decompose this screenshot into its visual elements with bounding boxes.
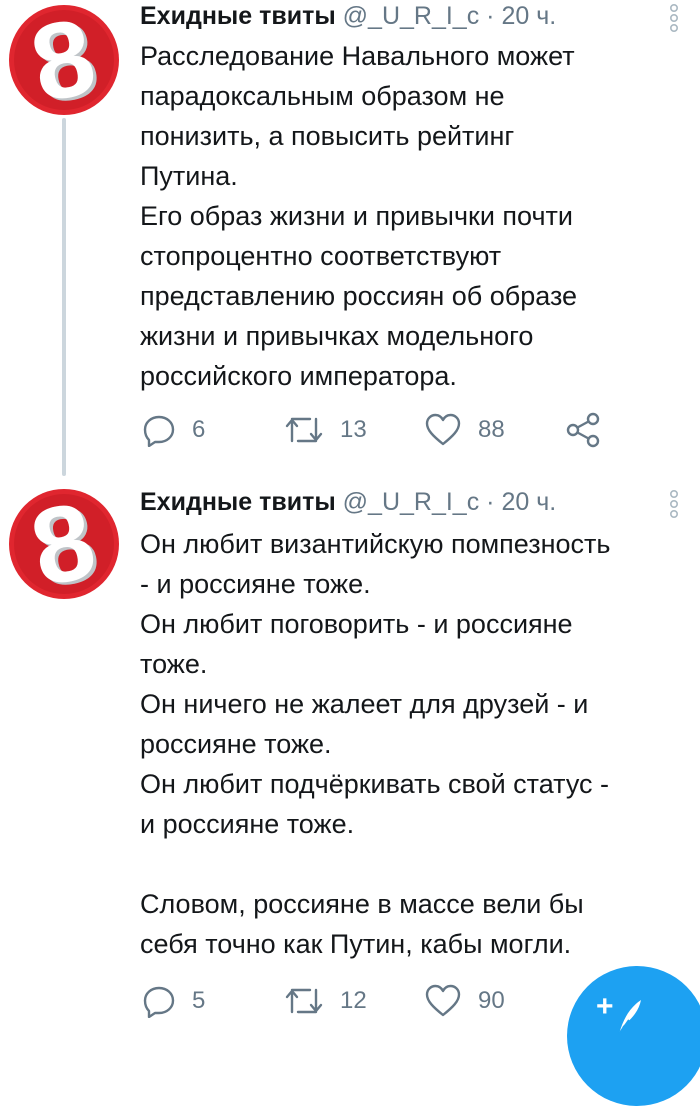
text-line: Путина.	[140, 161, 238, 191]
reply-icon	[143, 986, 175, 1018]
reply-count: 6	[192, 416, 206, 443]
text-line: и россияне тоже.	[140, 809, 355, 839]
retweet-button[interactable]: 12	[284, 981, 367, 1021]
text-line: российского императора.	[140, 361, 457, 391]
retweet-icon	[285, 417, 323, 443]
text-line: - и россияне тоже.	[140, 569, 371, 599]
text-line: понизить, а повысить рейтинг	[140, 121, 515, 151]
tweet-text: Расследование Навального может парадокса…	[140, 36, 690, 396]
avatar-8-logo: 8 8	[9, 4, 119, 116]
tweet-text: Он любит византийскую помпезность - и ро…	[140, 524, 690, 964]
like-count: 88	[478, 416, 505, 443]
retweet-button[interactable]: 13	[284, 410, 367, 450]
author-name[interactable]: Ехидные твиты	[140, 2, 336, 30]
tweet-header: Ехидные твиты @_U_R_I_c · 20 ч.	[140, 0, 556, 32]
more-options-icon[interactable]	[668, 488, 680, 520]
compose-tweet-button[interactable]: +	[567, 966, 700, 1106]
text-line: стопроцентно соответствуют	[140, 241, 502, 271]
text-line: представлению россиян об образе	[140, 281, 578, 311]
reply-icon	[143, 415, 175, 447]
retweet-count: 13	[340, 416, 367, 443]
tweet-header: Ехидные твиты @_U_R_I_c · 20 ч.	[140, 486, 556, 518]
like-button[interactable]: 90	[424, 981, 505, 1021]
tweet-actions: 6 13 88	[140, 410, 680, 450]
feather-icon	[618, 1000, 641, 1035]
thread-line	[62, 118, 66, 476]
share-icon	[566, 412, 600, 448]
text-line: тоже.	[140, 649, 208, 679]
text-line: Словом, россияне в массе вели бы	[140, 889, 584, 919]
more-options-icon[interactable]	[668, 2, 680, 34]
tweet[interactable]: 8 8 Ехидные твиты @_U_R_I_c · 20 ч. Расс…	[0, 0, 700, 480]
text-line: Расследование Навального может	[140, 41, 575, 71]
heart-icon	[425, 984, 461, 1017]
text-line: Его образ жизни и привычки почти	[140, 201, 573, 231]
timestamp[interactable]: 20 ч.	[501, 2, 556, 30]
plus-icon: +	[596, 990, 614, 1023]
retweet-count: 12	[340, 987, 367, 1014]
text-line: Он ничего не жалеет для друзей - и	[140, 689, 589, 719]
reply-button[interactable]: 5	[142, 981, 205, 1021]
tweet[interactable]: 8 8 Ехидные твиты @_U_R_I_c · 20 ч. Он л…	[0, 484, 700, 1034]
author-handle[interactable]: @_U_R_I_c	[343, 2, 480, 30]
author-name[interactable]: Ехидные твиты	[140, 488, 336, 516]
avatar[interactable]: 8 8	[8, 488, 120, 600]
text-line: жизни и привычках модельного	[140, 321, 534, 351]
share-button[interactable]	[566, 410, 618, 450]
reply-count: 5	[192, 987, 206, 1014]
retweet-icon	[285, 988, 323, 1014]
like-count: 90	[478, 987, 505, 1014]
avatar-8-logo: 8 8	[9, 488, 119, 600]
author-handle[interactable]: @_U_R_I_c	[343, 488, 480, 516]
text-line: Он любит поговорить - и россияне	[140, 609, 573, 639]
reply-button[interactable]: 6	[142, 410, 205, 450]
separator: ·	[486, 2, 495, 30]
text-line: себя точно как Путин, кабы могли.	[140, 929, 572, 959]
text-line: Он любит подчёркивать свой статус -	[140, 769, 610, 799]
text-line	[140, 844, 690, 884]
text-line: парадоксальным образом не	[140, 81, 505, 111]
avatar[interactable]: 8 8	[8, 4, 120, 116]
text-line: россияне тоже.	[140, 729, 332, 759]
separator: ·	[486, 488, 495, 516]
text-line: Он любит византийскую помпезность	[140, 529, 611, 559]
heart-icon	[425, 413, 461, 446]
like-button[interactable]: 88	[424, 410, 505, 450]
timestamp[interactable]: 20 ч.	[501, 488, 556, 516]
